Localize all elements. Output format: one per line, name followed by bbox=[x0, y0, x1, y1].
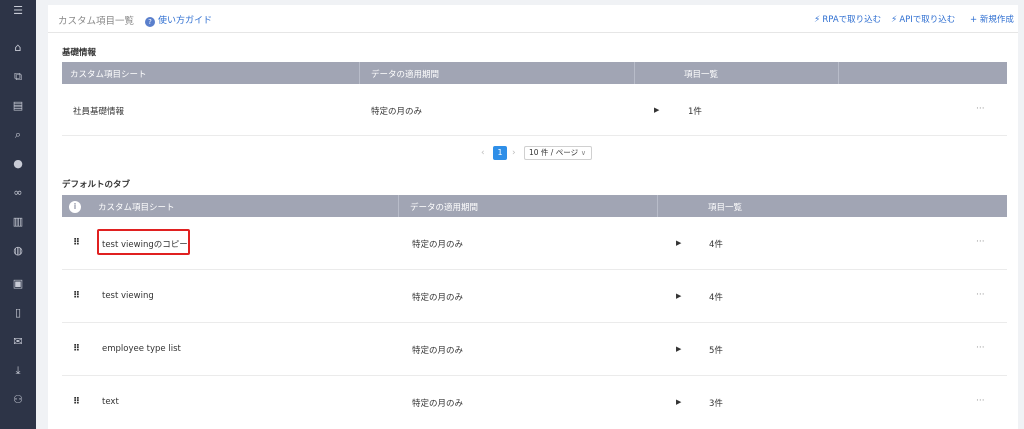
main-content: カスタム項目一覧 ? 使い方ガイド ⚡ RPAで取り込む ⚡ APIで取り込む + 新… bbox=[48, 5, 1018, 429]
column-divider bbox=[359, 62, 360, 84]
more-options-icon[interactable]: ··· bbox=[976, 290, 985, 300]
info-icon[interactable]: i bbox=[69, 201, 81, 213]
sheet-name: text bbox=[102, 397, 119, 407]
page-header: カスタム項目一覧 ? 使い方ガイド ⚡ RPAで取り込む ⚡ APIで取り込む + 新… bbox=[48, 5, 1018, 33]
page-size-value: 10 件 / ページ bbox=[529, 148, 579, 157]
download-icon[interactable]: ⤓ bbox=[10, 363, 26, 379]
drag-handle-icon[interactable]: ⠿ bbox=[73, 397, 80, 407]
period: 特定の月のみ bbox=[412, 293, 464, 303]
table-row[interactable]: ⠿ test viewingのコピー 特定の月のみ ▶ 4件 ··· bbox=[62, 217, 1007, 270]
sheet-name: test viewing bbox=[102, 291, 154, 301]
column-divider bbox=[657, 195, 658, 217]
guide-label: 使い方ガイド bbox=[158, 16, 213, 26]
item-count: 5件 bbox=[709, 346, 723, 356]
sidebar: ☰ ⌂ ⧉ ▤ ⌕ ● ∞ ▥ ◍ ▣ ▯ ✉ ⤓ ⚇ bbox=[0, 0, 36, 429]
table-row[interactable]: ⠿ test viewing 特定の月のみ ▶ 4件 ··· bbox=[62, 270, 1007, 323]
guide-link[interactable]: ? 使い方ガイド bbox=[145, 13, 212, 27]
column-period: データの適用期間 bbox=[371, 70, 440, 80]
highlight-box bbox=[97, 229, 190, 255]
column-items: 項目一覧 bbox=[684, 70, 719, 80]
default-tab-section-title: デフォルトのタブ bbox=[62, 180, 131, 190]
item-count: 4件 bbox=[709, 240, 723, 250]
drag-handle-icon[interactable]: ⠿ bbox=[73, 344, 80, 354]
page-1-button[interactable]: 1 bbox=[493, 146, 507, 160]
column-period: データの適用期間 bbox=[410, 203, 479, 213]
column-sheet: カスタム項目シート bbox=[98, 203, 175, 213]
more-options-icon[interactable]: ··· bbox=[976, 343, 985, 353]
search-icon[interactable]: ⌕ bbox=[10, 127, 26, 143]
basic-section-title: 基礎情報 bbox=[62, 48, 97, 58]
table-row[interactable]: ⠿ text 特定の月のみ ▶ 3件 ··· bbox=[62, 376, 1007, 429]
period: 特定の月のみ bbox=[412, 240, 464, 250]
mail-icon[interactable]: ✉ bbox=[10, 334, 26, 350]
chart-icon[interactable]: ▥ bbox=[10, 214, 26, 230]
contact-icon[interactable]: ▣ bbox=[10, 276, 26, 292]
rpa-import-label: RPAで取り込む bbox=[822, 15, 882, 25]
globe-icon[interactable]: ◍ bbox=[10, 243, 26, 259]
chat-icon[interactable]: ● bbox=[10, 156, 26, 172]
basic-table-header: カスタム項目シート データの適用期間 項目一覧 bbox=[62, 62, 1007, 84]
next-page-icon[interactable]: › bbox=[512, 148, 516, 158]
page-size-select[interactable]: 10 件 / ページ ∨ bbox=[524, 146, 592, 160]
period: 特定の月のみ bbox=[412, 346, 464, 356]
prev-page-icon[interactable]: ‹ bbox=[481, 148, 485, 158]
column-items: 項目一覧 bbox=[708, 203, 743, 213]
sheet-name: 社員基礎情報 bbox=[73, 107, 125, 117]
home-icon[interactable]: ⌂ bbox=[10, 40, 26, 56]
plug-icon: ⚡ bbox=[814, 15, 821, 25]
page-title: カスタム項目一覧 bbox=[58, 16, 135, 27]
column-divider bbox=[838, 62, 839, 84]
expand-arrow-icon[interactable]: ▶ bbox=[654, 106, 659, 114]
org-chart-icon[interactable]: ⧉ bbox=[10, 69, 26, 85]
period: 特定の月のみ bbox=[371, 107, 423, 117]
column-divider bbox=[634, 62, 635, 84]
item-count: 3件 bbox=[709, 399, 723, 409]
drag-handle-icon[interactable]: ⠿ bbox=[73, 238, 80, 248]
book-icon[interactable]: ▯ bbox=[10, 305, 26, 321]
more-options-icon[interactable]: ··· bbox=[976, 396, 985, 406]
menu-icon[interactable]: ☰ bbox=[10, 3, 26, 19]
rpa-import-button[interactable]: ⚡ RPAで取り込む bbox=[814, 13, 881, 25]
more-options-icon[interactable]: ··· bbox=[976, 237, 985, 247]
sheet-name: employee type list bbox=[102, 344, 181, 354]
expand-arrow-icon[interactable]: ▶ bbox=[676, 398, 681, 406]
chevron-down-icon: ∨ bbox=[580, 149, 586, 157]
item-count: 1件 bbox=[688, 107, 702, 117]
expand-arrow-icon[interactable]: ▶ bbox=[676, 345, 681, 353]
plug-icon: ⚡ bbox=[891, 15, 898, 25]
link-icon[interactable]: ∞ bbox=[10, 185, 26, 201]
api-import-label: APIで取り込む bbox=[899, 15, 956, 25]
document-icon[interactable]: ▤ bbox=[10, 98, 26, 114]
item-count: 4件 bbox=[709, 293, 723, 303]
drag-handle-icon[interactable]: ⠿ bbox=[73, 291, 80, 301]
column-divider bbox=[398, 195, 399, 217]
expand-arrow-icon[interactable]: ▶ bbox=[676, 239, 681, 247]
new-create-button[interactable]: + 新規作成 bbox=[970, 13, 1014, 25]
pagination: ‹ 1 › 10 件 / ページ ∨ bbox=[48, 146, 1018, 160]
expand-arrow-icon[interactable]: ▶ bbox=[676, 292, 681, 300]
api-import-button[interactable]: ⚡ APIで取り込む bbox=[891, 13, 955, 25]
more-options-icon[interactable]: ··· bbox=[976, 104, 985, 114]
table-row[interactable]: ⠿ employee type list 特定の月のみ ▶ 5件 ··· bbox=[62, 323, 1007, 376]
table-row[interactable]: 社員基礎情報 特定の月のみ ▶ 1件 ··· bbox=[62, 84, 1007, 136]
question-icon: ? bbox=[145, 17, 155, 27]
period: 特定の月のみ bbox=[412, 399, 464, 409]
user-settings-icon[interactable]: ⚇ bbox=[10, 392, 26, 408]
column-sheet: カスタム項目シート bbox=[70, 70, 147, 80]
default-table-header: i カスタム項目シート データの適用期間 項目一覧 bbox=[62, 195, 1007, 217]
